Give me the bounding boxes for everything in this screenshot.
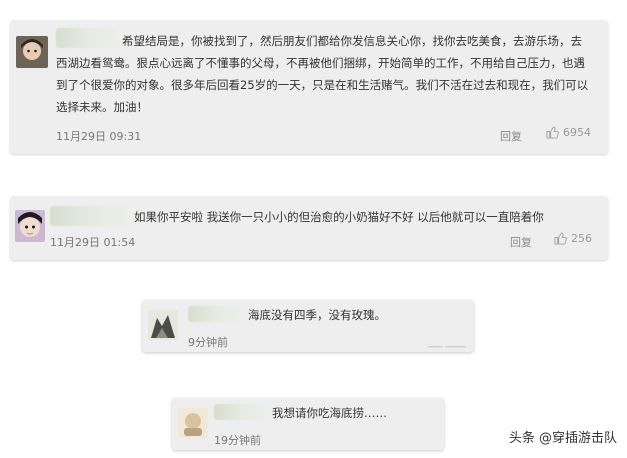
thumbs-up-icon: [546, 126, 559, 139]
comment-text: 如果你平安啦 我送你一只小小的但治愈的小奶猫好不好 以后他就可以一直陪着你: [134, 210, 544, 224]
comment-time: 11月29日 01:54: [50, 236, 136, 249]
reply-text: 海底没有四季，没有玫瑰。: [248, 308, 386, 322]
like-button[interactable]: 6954: [546, 126, 591, 139]
username-blurred[interactable]: [188, 306, 240, 322]
thumbs-up-icon: [554, 232, 567, 245]
like-count: 256: [571, 232, 592, 245]
watermark-logo: 头条 @穿插游击队: [508, 431, 617, 446]
reply-button[interactable]: 回复: [510, 234, 532, 250]
username-blurred[interactable]: [214, 404, 266, 420]
reply-button[interactable]: 回复: [500, 128, 522, 144]
avatar[interactable]: [178, 408, 208, 438]
avatar[interactable]: [16, 36, 48, 68]
reply-text: 我想请你吃海底捞……: [272, 406, 387, 420]
comment-time: 11月29日 09:31: [56, 130, 142, 143]
like-button[interactable]: 256: [554, 232, 592, 245]
reply-card: 我想请你吃海底捞…… 19分钟前: [172, 398, 444, 450]
comment-card: 希望结局是，你被找到了，然后朋友们都给你发信息关心你，找你去吃美食，去游乐场，去…: [10, 20, 608, 154]
like-count: 6954: [563, 126, 591, 139]
page: { "comments": [ { "text": "希望结局是，你被找到了，然…: [0, 0, 627, 458]
reply-time: 19分钟前: [214, 434, 261, 447]
avatar[interactable]: [15, 210, 45, 242]
reply-card: 海底没有四季，没有玫瑰。 9分钟前 ▁▁ ▁▁▁: [142, 300, 474, 352]
comment-text: 希望结局是，你被找到了，然后朋友们都给你发信息关心你，找你去吃美食，去游乐场，去…: [56, 34, 589, 114]
reply-time: 9分钟前: [188, 336, 228, 349]
watermark: ▁▁ ▁▁▁: [428, 338, 466, 348]
avatar[interactable]: [148, 310, 178, 340]
username-blurred[interactable]: [50, 206, 130, 226]
comment-card: 如果你平安啦 我送你一只小小的但治愈的小奶猫好不好 以后他就可以一直陪着你 11…: [10, 196, 608, 260]
